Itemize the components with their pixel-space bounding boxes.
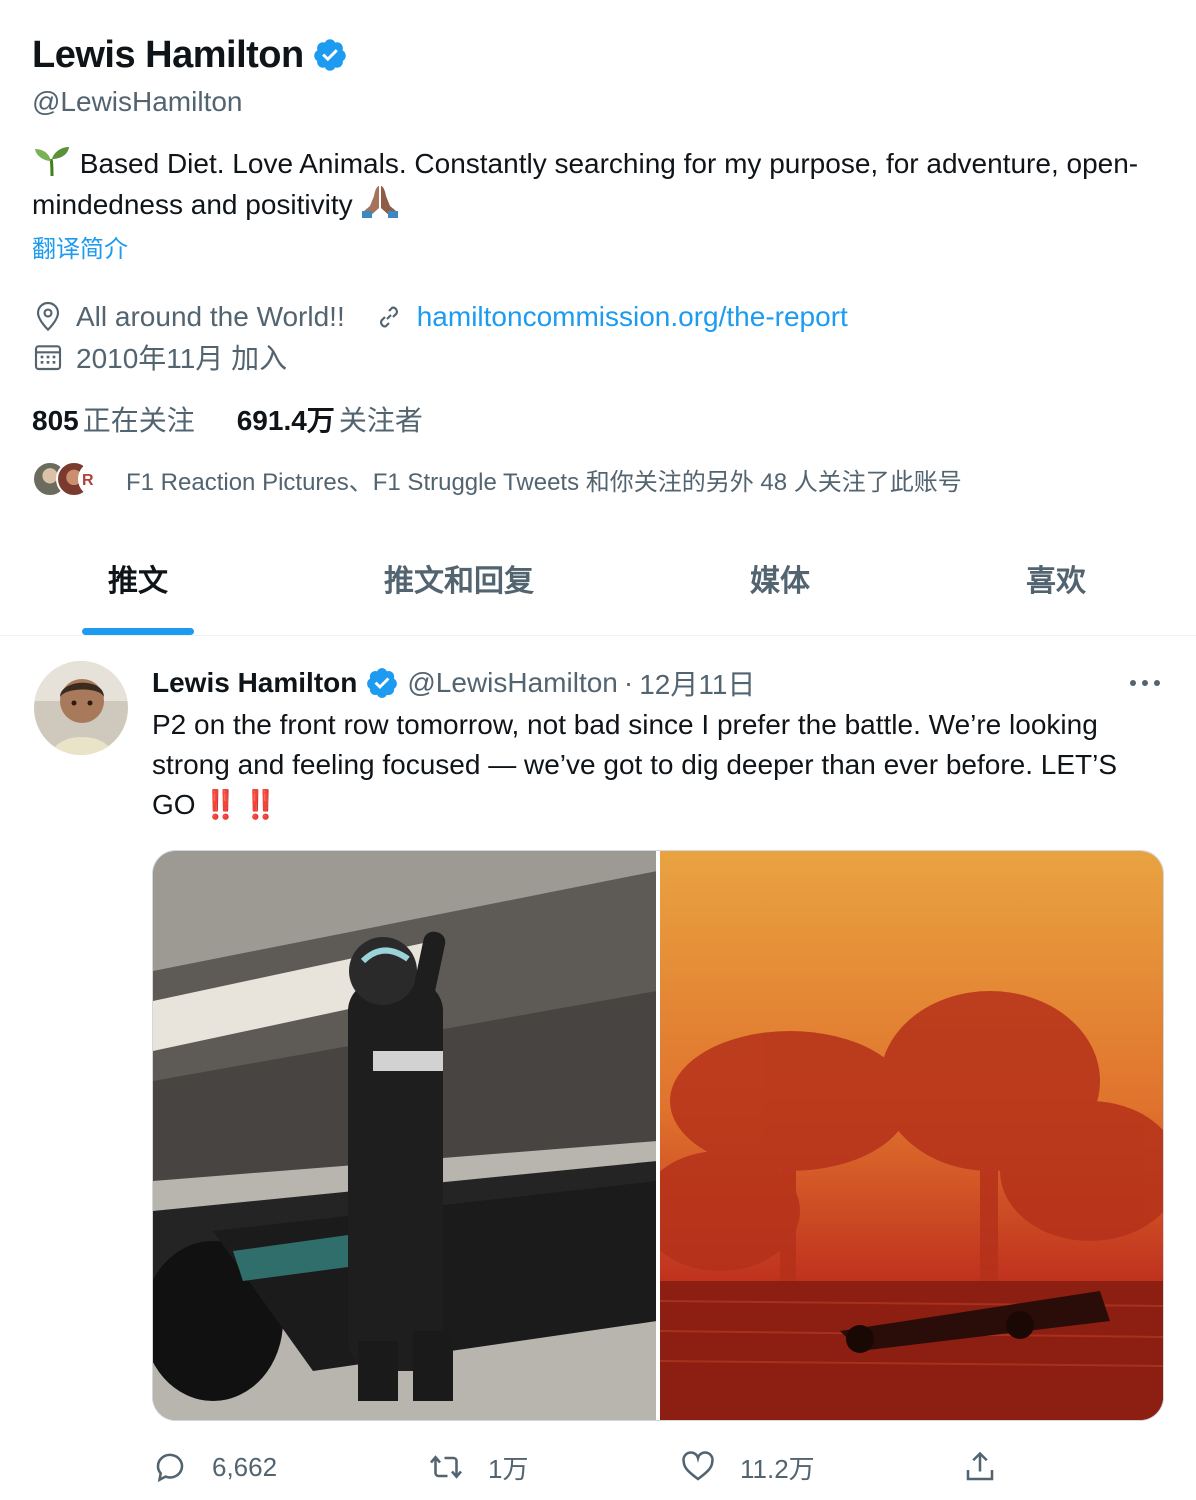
like-count: 11.2万: [740, 1453, 815, 1484]
profile-handle: @LewisHamilton: [32, 86, 243, 117]
profile-stats: 805 正在关注 691.4万 关注者: [32, 399, 1172, 439]
heart-icon: [682, 1451, 714, 1481]
f1-logo-icon: R: [82, 472, 94, 489]
svg-text:R: R: [82, 472, 94, 489]
follower-avatar: R: [78, 461, 114, 497]
following-count: 805: [32, 405, 79, 436]
tweet-author-avatar[interactable]: [34, 661, 128, 755]
link-icon: [379, 306, 398, 328]
retweet-action[interactable]: 1万: [428, 1445, 528, 1489]
location-item: All around the World!!: [32, 301, 345, 333]
followed-by-avatars: R: [32, 459, 124, 499]
location-text: All around the World!!: [76, 301, 345, 332]
tab-tweets[interactable]: 推文: [82, 540, 194, 636]
photo-driver-image: [153, 851, 656, 1420]
profile-meta-row: All around the World!! hamiltoncommissio…: [32, 297, 1172, 337]
active-tab-indicator: [82, 628, 194, 635]
avatar-photo: [34, 661, 128, 755]
website-link[interactable]: hamiltoncommission.org/the-report: [417, 301, 848, 333]
following-label: 正在关注: [82, 405, 195, 436]
seedling-emoji-icon: [35, 147, 69, 177]
verified-badge-icon[interactable]: [312, 37, 348, 73]
tweet-photo-sunset[interactable]: [659, 851, 1163, 1420]
double-exclamation-emoji: ‼️: [243, 789, 278, 820]
followers-label: 关注者: [338, 405, 423, 436]
tweet-photo-driver[interactable]: [153, 851, 656, 1420]
website-item: hamiltoncommission.org/the-report: [373, 301, 848, 333]
tweet-media-grid: [152, 850, 1164, 1421]
tweet-actions: 6,662 1万 11.2万: [152, 1445, 1012, 1489]
tweet-separator: ·: [623, 667, 634, 698]
tweet-header: Lewis Hamilton @LewisHamilton · 12月11日: [152, 663, 755, 703]
profile-tabs: 推文 推文和回复 媒体 喜欢: [0, 540, 1196, 636]
calendar-icon: [34, 345, 62, 371]
tweet-date[interactable]: 12月11日: [639, 663, 755, 703]
tweet-card[interactable]: Lewis Hamilton @LewisHamilton · 12月11日 P…: [0, 637, 1196, 1500]
bio-text: Based Diet. Love Animals. Constantly sea…: [32, 148, 1139, 220]
followers-stat[interactable]: 691.4万 关注者: [237, 399, 423, 439]
tab-likes[interactable]: 喜欢: [1006, 540, 1106, 636]
joined-date: 2010年11月 加入: [76, 343, 288, 374]
tab-media[interactable]: 媒体: [730, 540, 830, 636]
like-action[interactable]: 11.2万: [680, 1445, 815, 1489]
profile-joined-row: 2010年11月 加入: [32, 337, 1172, 377]
reply-count: 6,662: [212, 1451, 278, 1482]
photo-sunset-image: [659, 851, 1163, 1420]
location-pin-icon: [36, 301, 60, 332]
folded-hands-emoji-icon: [362, 186, 399, 218]
reply-action[interactable]: 6,662: [152, 1445, 277, 1489]
following-stat[interactable]: 805 正在关注: [32, 399, 195, 439]
more-dots-icon[interactable]: [1124, 671, 1166, 695]
profile-bio: Based Diet. Love Animals. Constantly sea…: [32, 144, 1162, 225]
share-icon: [966, 1451, 994, 1481]
followers-count: 691.4万: [236, 405, 335, 436]
retweet-count: 1万: [488, 1453, 529, 1484]
tweet-author-name[interactable]: Lewis Hamilton: [152, 667, 357, 699]
double-exclamation-emoji: ‼️: [203, 789, 238, 820]
retweet-icon: [430, 1455, 462, 1479]
reply-icon: [156, 1453, 184, 1483]
profile-name-row: Lewis Hamilton: [32, 30, 1172, 80]
tweet-text-body: P2 on the front row tomorrow, not bad si…: [152, 709, 1118, 820]
share-action[interactable]: [962, 1445, 1022, 1489]
followed-by-row[interactable]: R F1 Reaction Pictures、F1 Struggle Tweet…: [32, 459, 1172, 499]
tweet-text: P2 on the front row tomorrow, not bad si…: [152, 705, 1132, 825]
tab-tweets-and-replies[interactable]: 推文和回复: [370, 540, 548, 636]
profile-name: Lewis Hamilton: [32, 33, 304, 76]
profile-header: Lewis Hamilton @LewisHamilton Based Diet…: [32, 30, 1172, 499]
verified-badge-icon: [367, 668, 398, 698]
tweet-author-handle[interactable]: @LewisHamilton: [407, 667, 618, 699]
translate-bio-link[interactable]: 翻译简介: [32, 233, 1172, 267]
followed-by-text: F1 Reaction Pictures、F1 Struggle Tweets …: [126, 468, 962, 496]
